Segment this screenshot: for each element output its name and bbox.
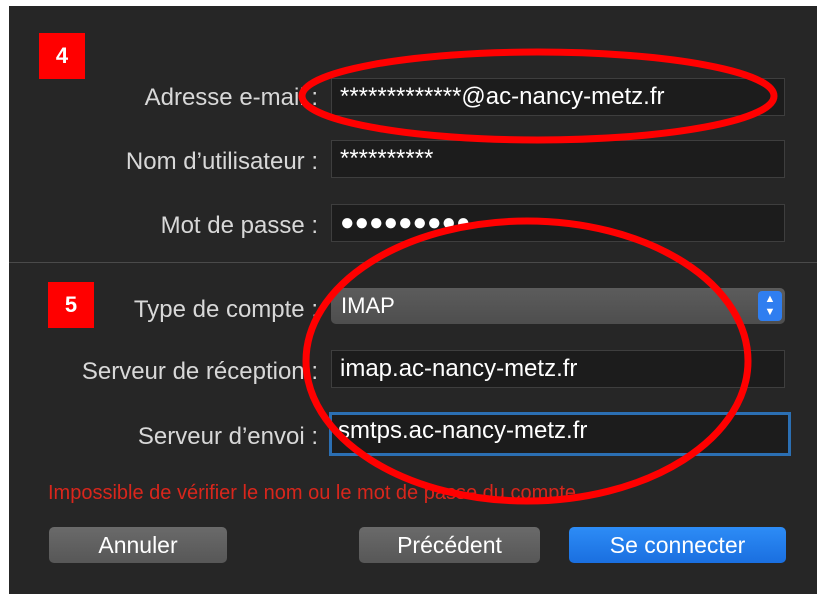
annotation-overlay <box>298 48 778 505</box>
server-highlight-ellipse <box>302 217 752 505</box>
email-highlight-ellipse <box>298 48 778 144</box>
